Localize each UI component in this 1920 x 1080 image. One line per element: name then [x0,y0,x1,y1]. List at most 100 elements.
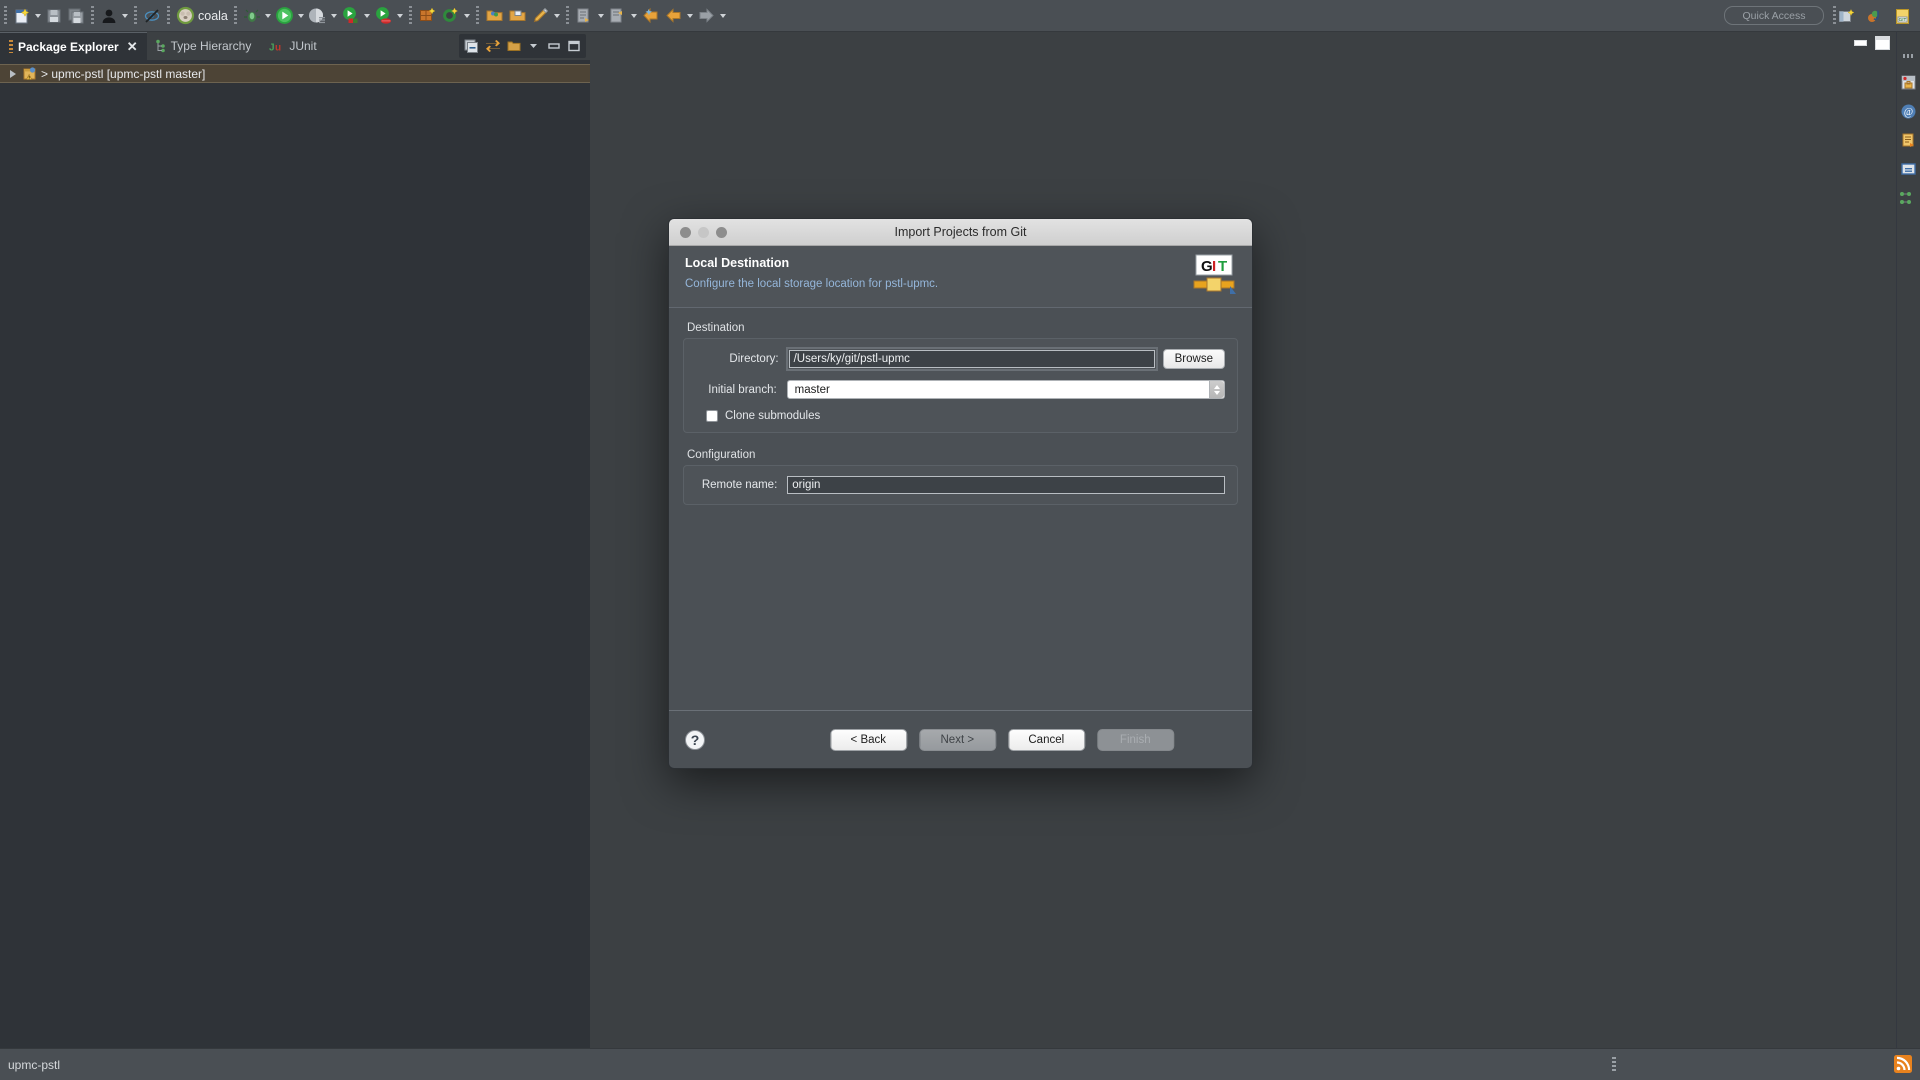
svg-text:GIT: GIT [1899,17,1907,22]
tab-junit-label: JUnit [289,39,317,53]
cancel-button[interactable]: Cancel [1007,728,1085,751]
git-logo-icon: G I T [1193,254,1236,294]
view-menu-icon[interactable] [527,41,541,51]
configuration-group: Remote name: origin [683,465,1238,505]
open-task-button[interactable] [506,3,529,29]
forward-icon [699,8,714,23]
save-button[interactable] [43,3,65,29]
maximize-editor-icon[interactable] [1875,36,1890,50]
call-hierarchy-view-icon[interactable] [1899,190,1918,207]
close-icon[interactable]: ✕ [127,39,138,55]
open-type-button[interactable] [483,3,506,29]
stepper-control[interactable] [1209,381,1224,398]
annotate-button[interactable] [529,3,552,29]
status-drag-handle[interactable] [1612,1057,1616,1073]
save-all-button[interactable] [65,3,87,29]
new-file-dropdown-arrow[interactable] [35,13,41,18]
debug-dropdown-arrow[interactable] [264,13,271,18]
forward-dropdown-arrow[interactable] [719,13,726,18]
tree-item-label: > upmc-pstl [upmc-pstl master] [41,66,206,81]
profile-button[interactable] [306,3,329,29]
javadoc-view-icon[interactable]: @ [1900,103,1917,120]
previous-annotation-icon [610,8,622,23]
java-perspective-button[interactable] [1863,3,1886,29]
directory-input[interactable]: /Users/ky/git/pstl-upmc [785,347,1158,371]
directory-value: /Users/ky/git/pstl-upmc [793,353,910,365]
toolbar-separator [167,5,170,26]
profile-dropdown-arrow[interactable] [330,13,337,18]
maximize-view-icon[interactable] [567,40,581,52]
previous-annotation-button[interactable] [606,3,629,29]
initial-branch-select[interactable]: master [786,380,1225,399]
skip-breakpoints-button[interactable] [141,3,163,29]
package-explorer-view: Package Explorer ✕ Type Hierarchy J u JU… [0,32,590,1048]
run-button[interactable] [273,3,296,29]
clone-submodules-checkbox[interactable] [706,410,718,422]
project-tree[interactable]: > upmc-pstl [upmc-pstl master] [0,60,590,1048]
minimize-editor-icon[interactable] [1854,40,1867,46]
run-dropdown-arrow[interactable] [297,13,304,18]
back-button[interactable] [662,3,685,29]
minimize-view-icon[interactable] [547,40,561,52]
open-perspective-button[interactable] [1835,3,1858,29]
declaration-view-icon[interactable] [1900,132,1917,149]
tab-package-explorer[interactable]: Package Explorer ✕ [0,32,147,60]
initial-branch-row: Initial branch: master [696,380,1225,399]
next-annotation-dropdown-arrow[interactable] [597,13,604,18]
toolbar-separator [134,5,137,26]
next-annotation-button[interactable] [573,3,596,29]
servers-view-icon[interactable] [1900,74,1917,91]
debug-button[interactable] [241,3,263,29]
next-button[interactable]: Next > [918,728,996,751]
new-java-project-button[interactable] [439,3,462,29]
save-icon [47,9,61,22]
table-row[interactable]: > upmc-pstl [upmc-pstl master] [0,64,590,83]
link-with-editor-icon[interactable] [485,39,501,53]
rss-feed-icon[interactable] [1894,1055,1912,1073]
user-profile-dropdown-arrow[interactable] [122,13,128,18]
toolbar-separator [4,5,7,26]
new-java-package-button[interactable] [416,3,439,29]
run-external-tools-dropdown-arrow[interactable] [363,13,370,18]
help-button[interactable]: ? [685,729,705,750]
status-bar: upmc-pstl [0,1048,1920,1080]
back-button[interactable]: < Back [829,728,907,751]
clone-submodules-row[interactable]: Clone submodules [706,410,1225,422]
toolbar-group-coala: coala [174,0,230,32]
run-external-tools-button[interactable] [339,3,362,29]
annotate-dropdown-arrow[interactable] [553,13,560,18]
chevron-down-icon[interactable] [1214,390,1220,395]
previous-annotation-dropdown-arrow[interactable] [630,13,637,18]
finish-label: Finish [1119,733,1151,746]
browse-button[interactable]: Browse [1162,349,1225,369]
initial-branch-label: Initial branch: [708,383,777,396]
drag-handle-dots[interactable] [1902,54,1915,58]
back-dropdown-arrow[interactable] [686,13,693,18]
view-menu-folder-icon[interactable] [507,39,521,53]
import-projects-from-git-dialog: Import Projects from Git Local Destinati… [668,218,1253,769]
tab-type-hierarchy[interactable]: Type Hierarchy [147,32,261,60]
remote-name-input[interactable]: origin [787,476,1225,494]
new-file-button[interactable] [11,3,33,29]
perspective-switcher: GIT [1835,3,1914,29]
coverage-dropdown-arrow[interactable] [396,13,403,18]
toolbar-group-breakpoints [141,0,163,32]
last-edit-location-button[interactable] [639,3,662,29]
next-annotation-icon [577,8,589,23]
quick-access-input[interactable]: Quick Access [1724,6,1824,25]
coala-icon [176,6,195,25]
collapse-all-icon[interactable] [464,39,479,54]
tab-junit[interactable]: J u JUnit [260,32,325,60]
console-view-icon[interactable] [1900,161,1917,178]
chevron-up-icon[interactable] [1214,384,1220,389]
user-profile-button[interactable] [98,3,120,29]
coverage-button[interactable] [372,3,395,29]
git-perspective-button[interactable]: GIT [1891,3,1914,29]
expand-triangle-icon[interactable] [10,69,16,78]
forward-button[interactable] [695,3,718,29]
new-java-project-dropdown-arrow[interactable] [463,13,470,18]
toolbar-group-navigation [573,0,728,32]
coala-button[interactable]: coala [174,3,230,29]
next-label: Next > [940,733,975,746]
